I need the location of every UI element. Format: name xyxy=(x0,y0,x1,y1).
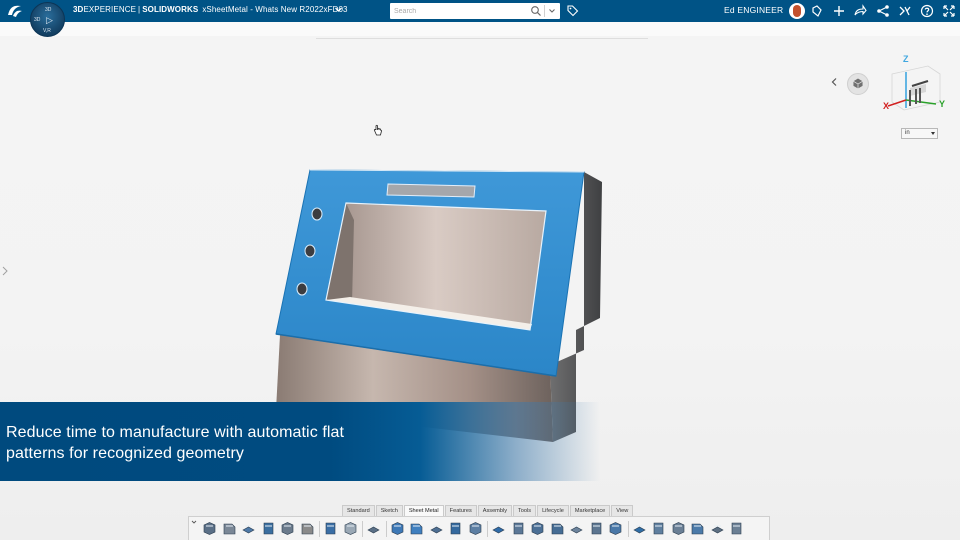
search-divider xyxy=(544,5,545,17)
chevron-left-icon[interactable] xyxy=(830,77,839,87)
play-icon[interactable]: ▷ xyxy=(46,15,53,26)
tab-standard[interactable]: Standard xyxy=(342,505,375,516)
user-name[interactable]: Ed ENGINEER xyxy=(724,5,783,15)
options-icon[interactable] xyxy=(279,520,296,537)
help-icon[interactable] xyxy=(365,520,382,537)
toolbar-separator xyxy=(385,521,387,537)
document-title: xSheetMetal - Whats New R2022xFD03 xyxy=(202,5,348,14)
corner-icon[interactable] xyxy=(568,520,585,537)
rip-icon[interactable] xyxy=(670,520,687,537)
toolbar-separator xyxy=(627,521,629,537)
flatten-icon[interactable] xyxy=(631,520,648,537)
tab-assembly[interactable]: Assembly xyxy=(477,505,512,516)
banner-text: Reduce time to manufacture with automati… xyxy=(6,424,345,462)
panel-expand-icon[interactable] xyxy=(2,266,8,276)
triad-z-label: Z xyxy=(903,54,909,64)
triad-x-label: X xyxy=(883,101,889,111)
units-select[interactable]: in xyxy=(901,128,938,139)
sketched-bend-icon[interactable] xyxy=(529,520,546,537)
chevron-down-icon[interactable] xyxy=(334,5,343,14)
tag-icon[interactable] xyxy=(566,4,579,17)
edge-flange-icon[interactable] xyxy=(447,520,464,537)
top-bar: 3DEXPERIENCE | SOLIDWORKS xSheetMetal - Wha… xyxy=(0,0,960,22)
open-icon[interactable] xyxy=(221,520,238,537)
hem-icon[interactable] xyxy=(490,520,507,537)
hand-cursor-icon xyxy=(373,124,382,136)
undo-icon[interactable] xyxy=(322,520,339,537)
network-icon[interactable] xyxy=(875,3,891,19)
tab-features[interactable]: Features xyxy=(444,505,477,516)
toolbar-separator xyxy=(319,521,320,537)
fullscreen-icon[interactable] xyxy=(941,3,957,19)
save-icon[interactable] xyxy=(240,520,257,537)
weld-corner-icon[interactable] xyxy=(607,520,624,537)
tab-tools[interactable]: Tools xyxy=(513,505,537,516)
forming-tool-icon[interactable] xyxy=(709,520,726,537)
closed-corner-icon[interactable] xyxy=(588,520,605,537)
search-box xyxy=(390,3,560,19)
view-triad[interactable]: Z X Y xyxy=(880,52,950,114)
tab-sketch[interactable]: Sketch xyxy=(375,505,403,516)
insert-bends-icon[interactable] xyxy=(689,520,706,537)
search-options-chevron-icon[interactable] xyxy=(548,7,556,15)
tab-sheet-metal[interactable]: Sheet Metal xyxy=(403,505,444,516)
cube-view-icon xyxy=(853,78,863,89)
miter-flange-icon[interactable] xyxy=(467,520,484,537)
vent-icon[interactable] xyxy=(728,520,745,537)
viewport-divider xyxy=(316,38,648,39)
settings-icon[interactable] xyxy=(299,520,316,537)
viewport-header-strip xyxy=(0,22,960,36)
tab-view[interactable]: View xyxy=(611,505,634,516)
help-icon[interactable] xyxy=(919,3,935,19)
tab-lifecycle[interactable]: Lifecycle xyxy=(537,505,569,516)
search-input[interactable] xyxy=(394,5,524,17)
search-icon[interactable] xyxy=(530,5,542,17)
rebuild-icon[interactable] xyxy=(260,520,277,537)
tools-icon[interactable] xyxy=(897,3,913,19)
view-orientation-button[interactable] xyxy=(847,73,869,95)
compass-widget[interactable]: 3D 3D ▷ V,R xyxy=(30,2,65,37)
command-tabs: Standard Sketch Sheet Metal Features Assembl… xyxy=(342,505,634,516)
toolbar-separator xyxy=(362,521,363,537)
new-document-icon[interactable] xyxy=(201,520,218,537)
avatar[interactable] xyxy=(789,3,805,19)
notification-icon[interactable] xyxy=(809,3,825,19)
chevron-down-icon xyxy=(931,132,935,135)
triad-y-label: Y xyxy=(939,99,945,109)
command-toolbar xyxy=(188,516,770,540)
tab-marketplace[interactable]: Marketplace xyxy=(569,505,611,516)
jog-icon[interactable] xyxy=(510,520,527,537)
add-icon[interactable] xyxy=(831,3,847,19)
toolbar-separator xyxy=(487,521,488,537)
brand-title[interactable]: 3DEXPERIENCE | SOLIDWORKS xSheetMetal - Wha… xyxy=(73,5,348,14)
no-bends-icon[interactable] xyxy=(650,520,667,537)
property-manager-icon[interactable] xyxy=(389,520,406,537)
redo-icon[interactable] xyxy=(342,520,359,537)
share-icon[interactable] xyxy=(852,3,868,19)
ds-logo-icon[interactable] xyxy=(6,3,24,19)
chevron-down-icon[interactable] xyxy=(191,519,197,525)
cross-break-icon[interactable] xyxy=(549,520,566,537)
feature-banner: Reduce time to manufacture with automati… xyxy=(0,402,600,481)
convert-to-sheet-metal-icon[interactable] xyxy=(428,520,445,537)
base-flange-icon[interactable] xyxy=(408,520,425,537)
